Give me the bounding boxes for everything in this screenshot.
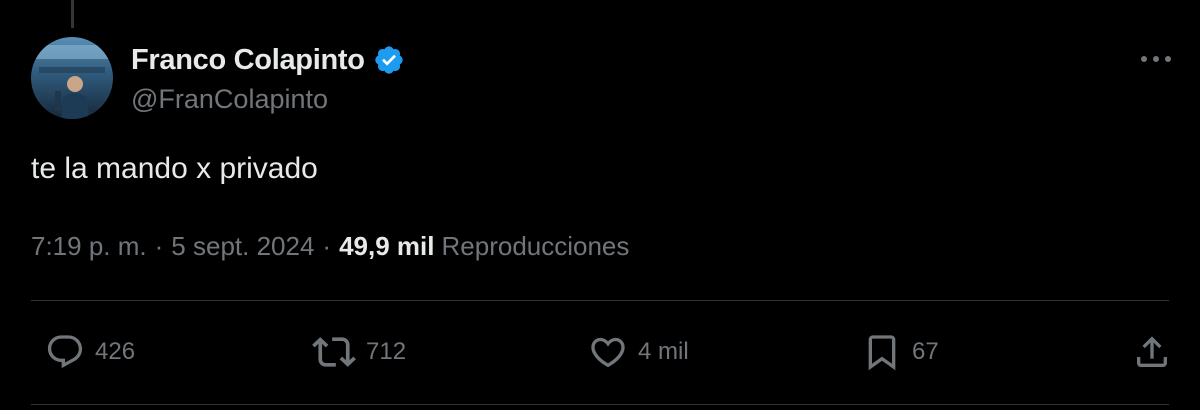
thread-connector-line bbox=[71, 0, 74, 28]
tweet-meta: 7:19 p. m. · 5 sept. 2024 · 49,9 mil Rep… bbox=[31, 231, 629, 262]
bookmark-icon bbox=[868, 335, 896, 371]
bookmark-count: 67 bbox=[912, 338, 939, 365]
more-options-button[interactable] bbox=[1136, 44, 1176, 74]
tweet-text: te la mando x privado bbox=[31, 152, 318, 185]
bookmark-button[interactable]: 67 bbox=[862, 326, 939, 378]
reply-count: 426 bbox=[95, 338, 136, 365]
author-name-row[interactable]: Franco Colapinto bbox=[131, 40, 405, 80]
share-icon bbox=[1137, 336, 1167, 367]
author-display-name[interactable]: Franco Colapinto bbox=[131, 44, 365, 77]
tweet-time[interactable]: 7:19 p. m. bbox=[31, 231, 147, 262]
like-button[interactable]: 4 mil bbox=[588, 326, 689, 378]
divider bbox=[31, 300, 1169, 301]
author-handle[interactable]: @FranColapinto bbox=[131, 84, 328, 115]
share-button[interactable] bbox=[1132, 326, 1172, 378]
tweet-actions-bar: 426 712 4 mil 67 bbox=[0, 326, 1200, 378]
repost-count: 712 bbox=[366, 338, 407, 365]
avatar-image bbox=[31, 37, 113, 119]
avatar[interactable] bbox=[31, 37, 113, 119]
reply-button[interactable]: 426 bbox=[45, 326, 135, 378]
views-label[interactable]: Reproducciones bbox=[442, 231, 630, 262]
repost-icon bbox=[312, 337, 356, 367]
like-count: 4 mil bbox=[638, 338, 689, 365]
heart-icon bbox=[591, 337, 625, 368]
tweet-date[interactable]: 5 sept. 2024 bbox=[171, 231, 314, 262]
bottom-divider bbox=[31, 404, 1169, 405]
views-count[interactable]: 49,9 mil bbox=[339, 231, 434, 262]
repost-button[interactable]: 712 bbox=[312, 326, 406, 378]
more-horizontal-icon bbox=[1141, 56, 1171, 62]
meta-separator: · bbox=[154, 231, 164, 261]
meta-separator: · bbox=[322, 231, 332, 261]
verified-badge-icon bbox=[373, 44, 405, 76]
reply-icon bbox=[47, 335, 83, 369]
